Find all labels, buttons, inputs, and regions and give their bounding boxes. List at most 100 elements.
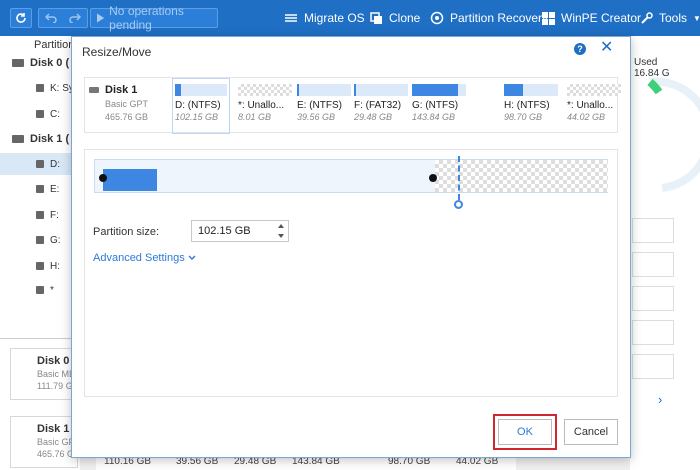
partition-d[interactable]: D: (NTFS) 102.15 GB: [172, 78, 230, 134]
tools-button[interactable]: Tools ▼: [640, 8, 700, 28]
close-glyph: ✕: [600, 39, 614, 56]
partition-label: G: (NTFS): [412, 100, 459, 111]
undo-button[interactable]: [39, 9, 63, 27]
migrate-os-button[interactable]: Migrate OS: [284, 8, 365, 28]
partition-usage-bar: [297, 84, 351, 96]
apply-pending-button[interactable]: No operations pending: [90, 4, 218, 32]
tree-label: G:: [50, 234, 61, 246]
disk-icon: [89, 87, 99, 93]
partition-f[interactable]: F: (FAT32) 29.48 GB: [352, 84, 410, 130]
tree-partition-e[interactable]: E:: [0, 178, 80, 200]
tree-partition-unallocated[interactable]: *: [0, 279, 80, 301]
cancel-button[interactable]: Cancel: [564, 419, 618, 445]
left-partition-panel: Partition Disk 0 ( K: Sy C: Disk 1 ( D: …: [0, 36, 80, 470]
close-icon[interactable]: ✕: [600, 40, 613, 56]
operation-card[interactable]: [632, 286, 674, 311]
partition-e[interactable]: E: (NTFS) 39.56 GB: [295, 84, 353, 130]
partition-usage-bar: [567, 84, 621, 96]
partition-usage-bar: [238, 84, 292, 96]
operation-card[interactable]: [632, 218, 674, 243]
partition-recovery-button[interactable]: Partition Recovery: [430, 8, 548, 28]
left-resize-handle[interactable]: [99, 174, 107, 182]
tree-label: Disk 1 (: [30, 133, 70, 145]
partition-size: 29.48 GB: [354, 112, 393, 122]
disk-icon: [12, 135, 24, 143]
position-marker-handle[interactable]: [454, 200, 463, 209]
advanced-settings-label: Advanced Settings: [93, 252, 185, 264]
partition-usage-fill: [175, 84, 182, 96]
tree-disk-0[interactable]: Disk 0 (: [0, 52, 80, 74]
partition-recovery-label: Partition Recovery: [450, 11, 549, 25]
partition-label: F: (FAT32): [354, 100, 402, 111]
partition-size: 39.56 GB: [297, 112, 336, 122]
partition-icon: [36, 286, 44, 294]
winpe-creator-button[interactable]: WinPE Creator: [542, 8, 641, 28]
partition-usage-bar: [504, 84, 558, 96]
partition-h[interactable]: H: (NTFS) 98.70 GB: [502, 84, 560, 130]
tree-disk-1[interactable]: Disk 1 (: [0, 128, 80, 150]
clone-label: Clone: [389, 11, 421, 25]
tree-label: H:: [50, 260, 60, 272]
advanced-settings-link[interactable]: Advanced Settings: [93, 252, 196, 264]
tree-partition-k[interactable]: K: Sy: [0, 77, 80, 99]
ok-button[interactable]: OK: [498, 419, 552, 445]
partition-size: 44.02 GB: [567, 112, 606, 122]
partition-icon: [36, 84, 44, 92]
partition-usage-bar: [175, 84, 227, 96]
refresh-icon: [16, 13, 26, 23]
tree-label: *: [50, 284, 54, 296]
tree-partition-f[interactable]: F:: [0, 204, 80, 226]
partition-unallocated-1[interactable]: *: Unallo... 8.01 GB: [236, 84, 294, 130]
redo-button[interactable]: [63, 9, 87, 27]
chevron-right-icon[interactable]: ›: [658, 392, 662, 407]
size-stepper[interactable]: [277, 224, 285, 238]
partition-g[interactable]: G: (NTFS) 143.84 GB: [410, 84, 468, 130]
winpe-icon: [542, 11, 555, 25]
partition-label: *: Unallo...: [238, 100, 285, 111]
right-resize-handle[interactable]: [429, 174, 437, 182]
operation-card[interactable]: [632, 252, 674, 277]
unallocated-space-block: [435, 160, 608, 192]
undo-icon: [45, 13, 57, 23]
partition-unallocated-2[interactable]: *: Unallo... 44.02 GB: [565, 84, 623, 130]
disk-type: Basic GPT: [105, 99, 149, 109]
play-icon: [97, 13, 105, 23]
partition-icon: [36, 160, 44, 168]
tree-partition-g[interactable]: G:: [0, 229, 80, 251]
partition-size-input[interactable]: 102.15 GB: [191, 220, 289, 242]
clone-button[interactable]: Clone: [370, 8, 420, 28]
tree-label: E:: [50, 183, 60, 195]
partition-size: 102.15 GB: [175, 112, 219, 122]
tree-partition-d[interactable]: D:: [0, 153, 80, 175]
tree-partition-c[interactable]: C:: [0, 103, 80, 125]
partition-size-label: Partition size:: [93, 226, 160, 238]
disk-card-1[interactable]: Disk 1 Basic GP 465.76 G: [10, 416, 78, 468]
help-icon[interactable]: ?: [574, 43, 586, 55]
cancel-label: Cancel: [573, 426, 609, 438]
partition-usage-fill: [297, 84, 300, 96]
used-label: Used: [634, 57, 658, 68]
stepper-up-icon[interactable]: [278, 224, 284, 228]
stepper-down-icon[interactable]: [278, 234, 284, 238]
partition-label: E: (NTFS): [297, 100, 342, 111]
partition-size: 143.84 GB: [412, 112, 456, 122]
operation-card[interactable]: [632, 354, 674, 379]
resize-move-dialog: Resize/Move ? ✕ Disk 1 Basic GPT 465.76 …: [71, 36, 631, 458]
refresh-button[interactable]: [10, 8, 32, 28]
disk-card-0[interactable]: Disk 0 Basic MB 111.79 G: [10, 348, 78, 400]
tree-partition-h[interactable]: H:: [0, 255, 80, 277]
migrate-os-label: Migrate OS: [304, 11, 365, 25]
tree-label: F:: [50, 209, 59, 221]
operation-card[interactable]: [632, 320, 674, 345]
partition-usage-fill: [354, 84, 357, 96]
usage-ring: [647, 77, 700, 192]
partition-usage-fill: [412, 84, 458, 96]
undo-redo-group: [38, 8, 88, 28]
partition-usage-bar: [354, 84, 408, 96]
partition-resize-slider[interactable]: [94, 159, 608, 193]
partition-label: D: (NTFS): [175, 100, 221, 111]
chevron-down-icon: [188, 255, 196, 260]
partition-icon: [36, 236, 44, 244]
partition-column-header: Partition: [34, 39, 75, 51]
disk-icon: [12, 59, 24, 67]
